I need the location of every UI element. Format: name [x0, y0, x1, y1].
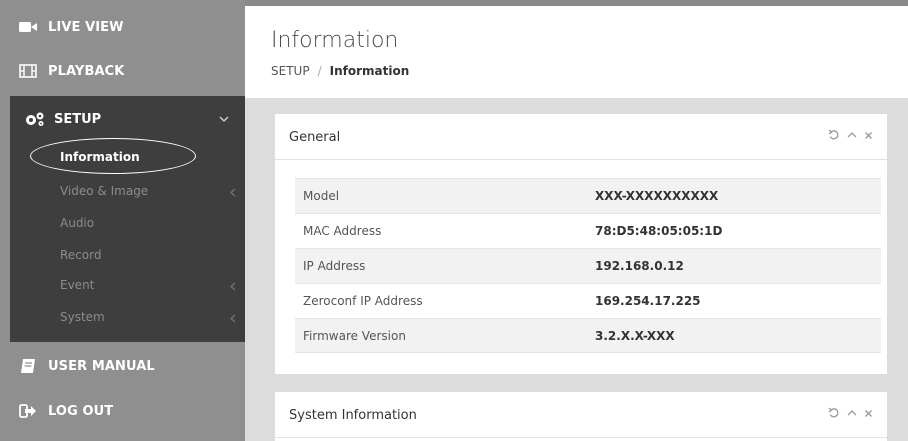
nav-setup-label: SETUP [54, 111, 102, 127]
table-row: MAC Address 78:D5:48:05:05:1D [295, 213, 881, 248]
general-card-header: General [275, 114, 887, 160]
main-content: Information SETUP / Information General Mo… [245, 6, 908, 441]
nav-log-out-label: LOG OUT [48, 403, 114, 419]
table-row: IP Address 192.168.0.12 [295, 248, 881, 283]
chevron-down-icon [219, 112, 229, 127]
page-title: Information [271, 28, 399, 53]
card-tools [828, 129, 873, 141]
row-value: XXX-XXXXXXXXXX [595, 189, 719, 203]
row-label: Zeroconf IP Address [303, 294, 423, 308]
row-value: 192.168.0.12 [595, 259, 684, 273]
row-label: Firmware Version [303, 328, 406, 343]
system-card-title: System Information [289, 408, 417, 423]
close-icon[interactable] [864, 409, 873, 418]
nav-log-out[interactable]: LOG OUT [10, 390, 245, 432]
nav-live-view[interactable]: LIVE VIEW [10, 6, 245, 48]
chevron-left-icon [230, 312, 236, 326]
nav-live-view-label: LIVE VIEW [48, 19, 124, 35]
sidebar-item-event[interactable]: Event [60, 274, 240, 296]
chevron-left-icon [230, 280, 236, 294]
gears-icon [24, 111, 46, 127]
sidebar-item-label: Record [60, 248, 102, 262]
sign-out-icon [18, 403, 38, 419]
sidebar-item-system[interactable]: System [60, 306, 240, 328]
film-icon [18, 63, 38, 79]
sidebar-item-label: Information [60, 150, 140, 164]
breadcrumb-current: Information [329, 64, 410, 78]
collapse-icon[interactable] [847, 409, 857, 417]
video-camera-icon [18, 19, 38, 35]
row-value: 169.254.17.225 [595, 294, 701, 308]
nav-user-manual-label: USER MANUAL [48, 358, 155, 374]
system-information-card: System Information [275, 392, 887, 441]
table-row: Model XXX-XXXXXXXXXX [295, 178, 881, 213]
system-card-header: System Information [275, 392, 887, 438]
row-value: 78:D5:48:05:05:1D [595, 224, 723, 238]
general-card-title: General [289, 130, 341, 145]
sidebar-item-label: Event [60, 278, 95, 292]
sidebar-item-label: System [60, 310, 105, 324]
sidebar-item-video-image[interactable]: Video & Image [60, 180, 240, 202]
nav-playback[interactable]: PLAYBACK [10, 50, 245, 92]
sidebar: LIVE VIEW PLAYBACK SETUP Information Vid… [0, 0, 245, 441]
sidebar-item-audio[interactable]: Audio [60, 212, 240, 234]
refresh-icon[interactable] [828, 407, 840, 419]
table-row: Zeroconf IP Address 169.254.17.225 [295, 283, 881, 318]
sidebar-item-information[interactable]: Information [60, 146, 240, 168]
general-info-table: Model XXX-XXXXXXXXXX MAC Address 78:D5:4… [295, 178, 881, 353]
breadcrumb-setup[interactable]: SETUP [271, 64, 310, 78]
row-label: MAC Address [303, 224, 382, 238]
content-body: General Model XXX-XXXXXXXXXX MAC Address… [245, 98, 908, 441]
nav-user-manual[interactable]: USER MANUAL [10, 345, 245, 387]
sidebar-item-record[interactable]: Record [60, 244, 240, 266]
row-label: Model [303, 189, 340, 203]
row-value: 3.2.X.X-XXX [595, 328, 675, 343]
chevron-left-icon [230, 186, 236, 200]
row-label: IP Address [303, 259, 366, 273]
general-card: General Model XXX-XXXXXXXXXX MAC Address… [275, 114, 887, 374]
setup-panel: SETUP Information Video & Image Audio Re… [10, 96, 245, 342]
breadcrumb: SETUP / Information [271, 64, 409, 78]
sidebar-item-label: Video & Image [60, 184, 149, 198]
nav-playback-label: PLAYBACK [48, 63, 125, 79]
card-tools [828, 407, 873, 419]
book-icon [18, 358, 38, 374]
refresh-icon[interactable] [828, 129, 840, 141]
breadcrumb-separator: / [317, 64, 322, 78]
sidebar-item-label: Audio [60, 216, 95, 230]
nav-setup[interactable]: SETUP [10, 106, 245, 132]
close-icon[interactable] [864, 131, 873, 140]
table-row: Firmware Version 3.2.X.X-XXX [295, 318, 881, 353]
collapse-icon[interactable] [847, 131, 857, 139]
